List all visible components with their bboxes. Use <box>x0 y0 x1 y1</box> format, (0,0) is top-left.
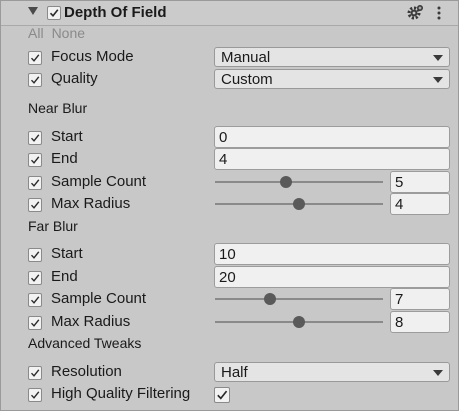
foldout-arrow-icon[interactable] <box>28 7 38 15</box>
far-end-field[interactable]: 20 <box>214 266 450 288</box>
checkmark-icon <box>217 390 228 400</box>
resolution-dropdown[interactable]: Half <box>214 362 450 382</box>
checkmark-icon <box>30 251 40 259</box>
advanced-tweaks-heading: Advanced Tweaks <box>28 335 142 351</box>
high-quality-filtering-label: High Quality Filtering <box>51 385 191 402</box>
chevron-down-icon <box>433 370 443 376</box>
near-sample-count-override-checkbox[interactable] <box>28 176 42 190</box>
far-max-radius-slider-thumb[interactable] <box>293 316 305 328</box>
far-end-label: End <box>51 268 78 285</box>
near-max-radius-override-checkbox[interactable] <box>28 198 42 212</box>
far-sample-count-slider-track[interactable] <box>215 298 383 300</box>
near-sample-count-label: Sample Count <box>51 173 147 190</box>
checkmark-icon <box>30 76 40 84</box>
near-start-field[interactable]: 0 <box>214 126 450 148</box>
component-enabled-checkbox[interactable] <box>47 6 61 20</box>
component-header: Depth Of Field <box>1 1 458 26</box>
far-start-field[interactable]: 10 <box>214 243 450 265</box>
kebab-menu-icon[interactable] <box>434 4 444 22</box>
checkmark-icon <box>30 319 40 327</box>
far-sample-count-value: 7 <box>395 291 404 308</box>
far-sample-count-field[interactable]: 7 <box>390 288 450 310</box>
chevron-down-icon <box>433 77 443 83</box>
near-max-radius-slider-thumb[interactable] <box>293 198 305 210</box>
checkmark-icon <box>30 369 40 377</box>
checkmark-icon <box>30 134 40 142</box>
checkmark-icon <box>30 296 40 304</box>
resolution-value: Half <box>221 364 248 381</box>
checkmark-icon <box>30 54 40 62</box>
checkmark-icon <box>30 156 40 164</box>
component-title: Depth Of Field <box>64 4 167 21</box>
all-link[interactable]: All <box>28 25 44 41</box>
checkmark-icon <box>30 201 40 209</box>
quality-override-checkbox[interactable] <box>28 73 42 87</box>
near-max-radius-label: Max Radius <box>51 195 131 212</box>
far-max-radius-label: Max Radius <box>51 313 131 330</box>
far-start-override-checkbox[interactable] <box>28 248 42 262</box>
far-blur-heading: Far Blur <box>28 218 78 234</box>
near-end-value: 4 <box>219 151 228 168</box>
focus-mode-label: Focus Mode <box>51 48 134 65</box>
near-max-radius-field[interactable]: 4 <box>390 193 450 215</box>
far-sample-count-label: Sample Count <box>51 290 147 307</box>
depth-of-field-panel: Depth Of Field All None Focus Mode Manual… <box>0 0 459 411</box>
near-max-radius-value: 4 <box>395 196 404 213</box>
far-end-override-checkbox[interactable] <box>28 271 42 285</box>
checkmark-icon <box>30 179 40 187</box>
all-none-toggles: All None <box>28 25 93 41</box>
near-end-field[interactable]: 4 <box>214 148 450 170</box>
quality-dropdown[interactable]: Custom <box>214 69 450 89</box>
quality-label: Quality <box>51 70 98 87</box>
far-end-value: 20 <box>219 269 236 286</box>
far-sample-count-slider-thumb[interactable] <box>264 293 277 305</box>
far-sample-count-override-checkbox[interactable] <box>28 293 42 307</box>
none-link[interactable]: None <box>52 25 85 41</box>
near-start-override-checkbox[interactable] <box>28 131 42 145</box>
near-sample-count-slider-thumb[interactable] <box>279 176 292 188</box>
resolution-label: Resolution <box>51 363 122 380</box>
resolution-override-checkbox[interactable] <box>28 366 42 380</box>
near-sample-count-field[interactable]: 5 <box>390 171 450 193</box>
checkmark-icon <box>30 274 40 282</box>
gear-icon[interactable] <box>406 4 424 22</box>
quality-value: Custom <box>221 71 273 88</box>
near-end-override-checkbox[interactable] <box>28 153 42 167</box>
far-start-value: 10 <box>219 246 236 263</box>
near-sample-count-slider-track[interactable] <box>215 181 383 183</box>
far-max-radius-override-checkbox[interactable] <box>28 316 42 330</box>
checkmark-icon <box>49 9 59 18</box>
chevron-down-icon <box>433 55 443 61</box>
near-sample-count-value: 5 <box>395 174 404 191</box>
near-start-label: Start <box>51 128 83 145</box>
far-max-radius-field[interactable]: 8 <box>390 311 450 333</box>
near-blur-heading: Near Blur <box>28 100 88 116</box>
high-quality-filtering-checkbox[interactable] <box>214 387 230 403</box>
focus-mode-override-checkbox[interactable] <box>28 51 42 65</box>
focus-mode-value: Manual <box>221 49 271 66</box>
high-quality-filtering-override-checkbox[interactable] <box>28 388 42 402</box>
checkmark-icon <box>30 391 40 399</box>
far-start-label: Start <box>51 245 83 262</box>
far-max-radius-value: 8 <box>395 314 404 331</box>
focus-mode-dropdown[interactable]: Manual <box>214 47 450 67</box>
near-start-value: 0 <box>219 129 228 146</box>
near-end-label: End <box>51 150 78 167</box>
